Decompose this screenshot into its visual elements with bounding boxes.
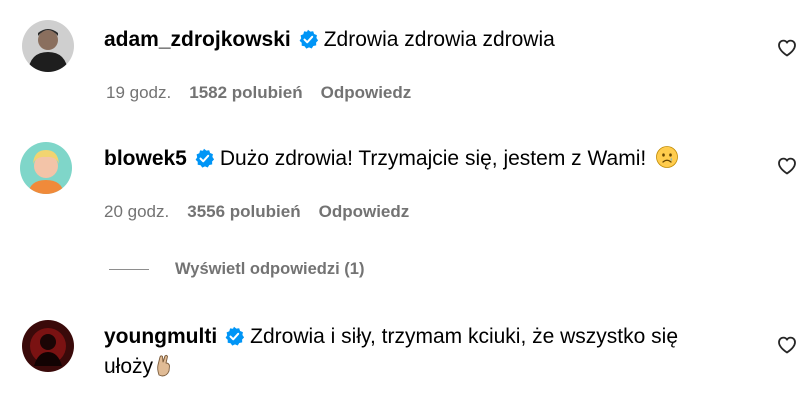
likes-count[interactable]: 3556 polubień	[187, 202, 300, 222]
comment-text: Zdrowia zdrowia zdrowia	[323, 28, 555, 51]
comment-text: Zdrowia i siły, trzymam kciuki, że wszys…	[250, 325, 679, 348]
view-replies-button[interactable]: Wyświetl odpowiedzi (1)	[109, 260, 364, 279]
comment-line: blowek5 Dużo zdrowia! Trzymajcie się, jes…	[104, 144, 752, 178]
avatar[interactable]	[22, 20, 74, 72]
heart-outline-icon[interactable]	[777, 156, 797, 176]
comment-meta: 19 godz. 1582 polubień Odpowiedz	[106, 83, 411, 103]
crossed-fingers-emoji	[154, 353, 174, 386]
comment-meta: 20 godz. 3556 polubień Odpowiedz	[104, 202, 409, 222]
username[interactable]: adam_zdrojkowski	[104, 28, 291, 51]
comment-line: youngmulti Zdrowia i siły, trzymam kciuki…	[104, 322, 752, 386]
comment-time[interactable]: 19 godz.	[106, 83, 171, 103]
verified-badge-icon	[224, 326, 245, 346]
comment-text-continued: ułoży	[104, 355, 154, 378]
replies-divider	[109, 269, 149, 270]
verified-badge-icon	[194, 148, 214, 168]
avatar[interactable]	[22, 320, 74, 372]
verified-badge-icon	[298, 29, 318, 49]
reply-button[interactable]: Odpowiedz	[319, 202, 410, 222]
heart-outline-icon[interactable]	[777, 335, 797, 355]
crying-face-emoji	[655, 145, 679, 178]
view-replies-label: Wyświetl odpowiedzi (1)	[175, 260, 365, 278]
username[interactable]: blowek5	[104, 147, 187, 170]
comment-text: Dużo zdrowia! Trzymajcie się, jestem z W…	[219, 147, 647, 170]
comment-time[interactable]: 20 godz.	[104, 202, 169, 222]
comment-line: adam_zdrojkowski Zdrowia zdrowia zdrowia	[104, 25, 752, 55]
heart-outline-icon[interactable]	[777, 38, 797, 58]
reply-button[interactable]: Odpowiedz	[321, 83, 412, 103]
likes-count[interactable]: 1582 polubień	[189, 83, 302, 103]
username[interactable]: youngmulti	[104, 325, 217, 348]
avatar[interactable]	[20, 142, 72, 194]
